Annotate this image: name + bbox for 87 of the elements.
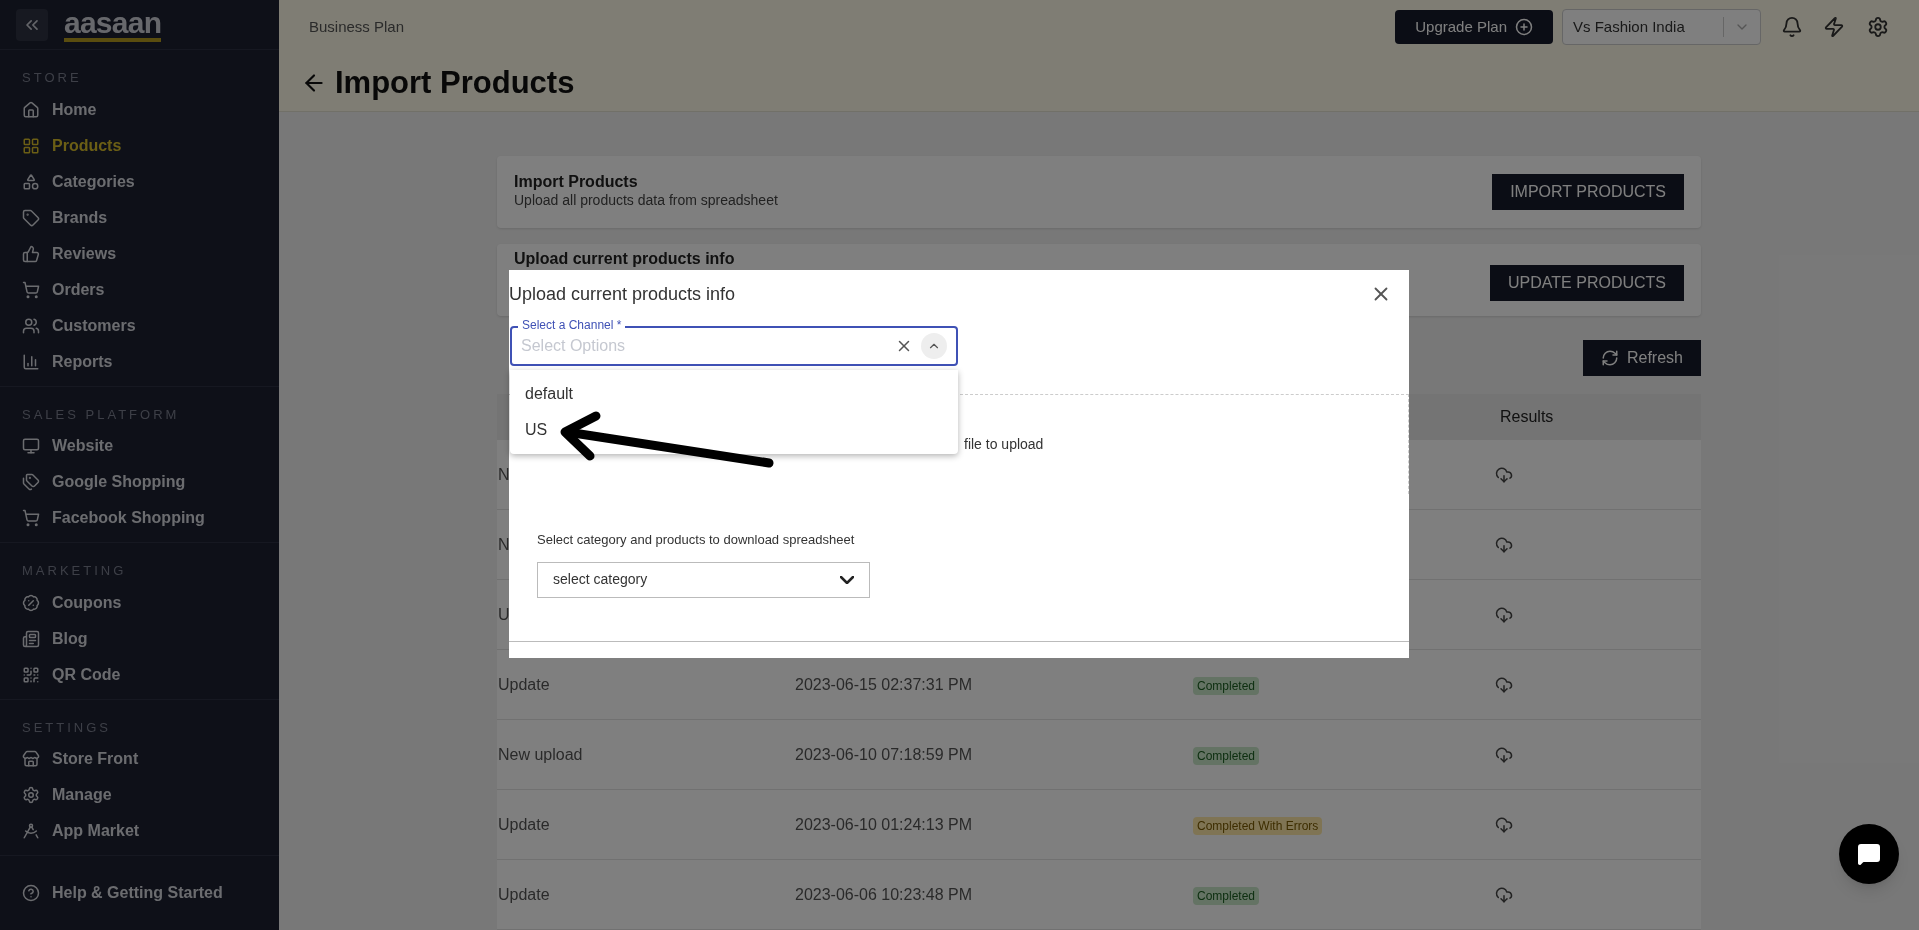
card-action-button[interactable]: UPDATE PRODUCTS [1490, 265, 1684, 301]
sidebar-item[interactable]: Products [22, 127, 257, 164]
download-icon[interactable] [1495, 885, 1513, 904]
plus-icon [1515, 18, 1533, 36]
sidebar-item[interactable]: Google Shopping [22, 464, 257, 501]
home-icon [22, 100, 40, 119]
sidebar-item[interactable]: Coupons [22, 584, 257, 621]
card-title: Import Products [514, 173, 639, 190]
sidebar-item[interactable]: Categories [22, 163, 257, 200]
chevron-down-icon [840, 575, 854, 584]
sidebar-item[interactable]: Manage [22, 777, 257, 814]
status-badge: Completed [1193, 676, 1260, 695]
tags-icon [22, 473, 40, 492]
category-label: Select category and products to download spreadsheet [537, 531, 856, 549]
table-cell-text: Update [498, 674, 550, 695]
sidebar-item[interactable]: Facebook Shopping [22, 500, 257, 537]
settings-icon [22, 786, 40, 805]
shapes-icon [22, 172, 40, 191]
compass-icon [22, 822, 40, 841]
sidebar-item[interactable]: Store Front [22, 741, 257, 778]
cart-icon [22, 509, 40, 528]
qr-code-icon [22, 665, 40, 684]
field-label: Select a Channel * [518, 318, 626, 332]
table-cell-text: N [498, 464, 510, 485]
newspaper-icon [22, 629, 40, 648]
sidebar-item[interactable]: Reviews [22, 235, 257, 272]
store-select[interactable]: Vs Fashion India [1562, 9, 1761, 45]
collapse-button[interactable] [16, 8, 48, 41]
sidebar-item[interactable]: App Market [22, 813, 257, 850]
category-select[interactable]: select category [537, 561, 870, 598]
sidebar-item[interactable]: Orders [22, 271, 257, 308]
dropdown-option[interactable]: US [510, 412, 958, 448]
page-title: Import Products [335, 64, 575, 102]
modal-title: Upload current products info [509, 282, 737, 306]
table-cell-text: 2023-06-15 02:37:31 PM [795, 674, 972, 695]
sidebar-item[interactable]: Customers [22, 307, 257, 344]
lightning-icon[interactable] [1823, 16, 1845, 38]
download-icon[interactable] [1495, 745, 1513, 764]
card-subtitle: Upload all products data from spreadsheet [514, 191, 779, 210]
download-icon[interactable] [1495, 465, 1513, 484]
refresh-icon [1600, 349, 1619, 367]
refresh-button[interactable]: Refresh [1582, 340, 1701, 376]
column-header: Results [1500, 407, 1554, 427]
status-badge: Completed [1193, 746, 1260, 765]
bell-icon[interactable] [1781, 16, 1803, 38]
download-icon[interactable] [1495, 815, 1513, 834]
download-icon[interactable] [1495, 675, 1513, 694]
download-icon[interactable] [1495, 605, 1513, 624]
table-cell-text: 2023-06-10 01:24:13 PM [795, 814, 972, 835]
table-cell-text: 2023-06-06 10:23:48 PM [795, 884, 972, 905]
help-link[interactable]: Help & Getting Started [0, 855, 279, 930]
table-cell-text: U [498, 604, 510, 625]
sidebar-item[interactable]: Home [22, 91, 257, 128]
table-cell-text: New upload [498, 744, 583, 765]
channel-input[interactable]: Select Options [521, 334, 895, 358]
table-cell-text: Update [498, 814, 550, 835]
settings-icon[interactable] [1867, 16, 1889, 38]
plan-label: Business Plan [309, 16, 405, 37]
grid-icon [22, 136, 40, 155]
sidebar-item[interactable]: Website [22, 428, 257, 465]
sidebar-item[interactable]: QR Code [22, 656, 257, 693]
users-icon [22, 316, 40, 335]
sidebar-item[interactable]: Brands [22, 199, 257, 236]
sidebar-item[interactable]: Reports [22, 343, 257, 380]
upgrade-plan-button[interactable]: Upgrade Plan [1395, 10, 1553, 44]
cart-icon [22, 280, 40, 299]
percent-badge-icon [22, 593, 40, 612]
bar-chart-icon [22, 352, 40, 371]
logo: aasaan [64, 7, 162, 42]
status-badge: Completed [1193, 886, 1260, 905]
card-title: Upload current products info [514, 250, 736, 267]
table-cell-text: 2023-06-10 07:18:59 PM [795, 744, 972, 765]
monitor-icon [22, 437, 40, 456]
download-icon[interactable] [1495, 535, 1513, 554]
store-icon [22, 750, 40, 769]
chat-icon [1857, 842, 1881, 866]
card-action-button[interactable]: IMPORT PRODUCTS [1492, 174, 1684, 210]
chat-button[interactable] [1839, 824, 1899, 884]
table-cell-text: Update [498, 884, 550, 905]
upload-hint: file to upload [964, 435, 1044, 454]
tag-icon [22, 208, 40, 227]
table-cell-text: N [498, 534, 510, 555]
help-icon [22, 884, 40, 903]
sidebar-item[interactable]: Blog [22, 620, 257, 657]
collapse-toggle[interactable] [921, 333, 947, 359]
status-badge: Completed With Errors [1193, 816, 1323, 835]
thumbs-up-icon [22, 244, 40, 263]
